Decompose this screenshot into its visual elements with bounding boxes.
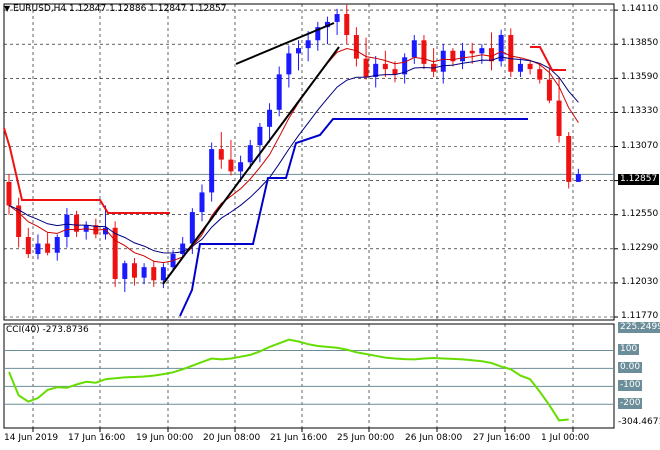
candle-body	[411, 40, 417, 58]
candle-body	[141, 267, 147, 278]
price-tick-label: 1.13590	[621, 72, 659, 83]
cci-label: CCI(40) -273.8736	[6, 325, 89, 335]
time-tick-label: 26 Jun 08:00	[405, 433, 463, 443]
candle-body	[35, 243, 41, 255]
time-tick-label: 1 Jul 00:00	[541, 433, 590, 443]
candle-body	[575, 174, 581, 182]
cci-tick-label: 100	[618, 344, 640, 356]
candle-body	[54, 236, 60, 253]
stop-line-lower	[179, 118, 528, 317]
cci-line	[8, 338, 569, 422]
candle-body	[344, 14, 350, 36]
time-tick-label: 17 Jun 16:00	[68, 433, 126, 443]
candle-body	[218, 149, 224, 160]
time-tick-label: 27 Jun 16:00	[473, 433, 531, 443]
price-tick-label: 1.12290	[621, 242, 659, 253]
candle-body	[469, 50, 475, 54]
candle-body	[276, 74, 282, 110]
candle-body	[421, 40, 427, 64]
stop-line-upper-2	[530, 46, 566, 71]
price-tick-label: 1.14110	[621, 4, 659, 15]
cci-tick-label: -304.4671	[618, 417, 660, 427]
candle-body	[151, 267, 157, 281]
candle-body	[296, 48, 301, 54]
slow-moving-average-line	[8, 56, 579, 254]
price-tick-label: 1.12550	[621, 208, 659, 219]
candle-body	[363, 58, 369, 77]
current-price-badge: 1.12857	[618, 174, 660, 185]
time-tick-label: 21 Jun 16:00	[270, 433, 328, 443]
candle-body	[131, 263, 137, 278]
candle-body	[566, 136, 572, 182]
candle-body	[537, 69, 543, 80]
candle-body	[527, 63, 533, 70]
collapse-arrow-icon[interactable]: ▼	[4, 4, 10, 13]
candle-body	[199, 192, 205, 213]
price-tick-label: 1.11770	[621, 311, 659, 321]
candle-body	[25, 236, 31, 255]
candle-body	[382, 63, 388, 70]
cci-tick-label: -100	[618, 380, 643, 392]
candle-body	[508, 35, 514, 72]
time-tick-label: 25 Jun 00:00	[337, 433, 395, 443]
price-panel-frame	[3, 3, 615, 321]
candle-body	[64, 214, 70, 237]
price-tick-label: 1.12030	[621, 276, 659, 287]
time-tick-label: 14 Jun 2019	[4, 433, 59, 443]
candle-body	[247, 145, 253, 163]
trendline-lower	[162, 46, 340, 285]
candle-body	[392, 69, 398, 75]
trendline-upper	[235, 22, 335, 65]
candle-body	[228, 159, 234, 172]
price-tick-label: 1.13850	[621, 38, 659, 49]
price-chart[interactable]	[0, 0, 660, 450]
cci-tick-label: 225.2499	[618, 322, 660, 333]
stop-line-upper-1	[3, 127, 170, 214]
cci-tick-label: 0.00	[618, 362, 643, 374]
candle-body	[286, 53, 292, 75]
candle-body	[122, 263, 128, 279]
candle-body	[517, 63, 523, 72]
candle-body	[6, 181, 12, 206]
symbol-ohlc-text: EURUSD,H4 1.12847 1.12886 1.12847 1.1285…	[13, 4, 227, 14]
candle-body	[238, 162, 244, 172]
candle-body	[305, 40, 311, 49]
cci-tick-label: -200	[618, 398, 643, 410]
candle-body	[267, 109, 273, 127]
symbol-info: ▼ EURUSD,H4 1.12847 1.12886 1.12847 1.12…	[4, 3, 226, 15]
candle-body	[160, 267, 166, 281]
candle-body	[112, 227, 118, 279]
price-tick-label: 1.13070	[621, 140, 659, 151]
candle-body	[479, 48, 485, 54]
candle-body	[334, 14, 340, 22]
time-tick-label: 19 Jun 00:00	[136, 433, 194, 443]
candle-body	[353, 35, 359, 59]
candle-body	[546, 79, 552, 101]
candle-body	[460, 50, 466, 62]
candle-body	[440, 50, 446, 72]
candle-body	[257, 126, 263, 146]
candle-body	[209, 149, 215, 193]
candle-body	[556, 100, 562, 137]
candle-body	[45, 243, 51, 253]
price-tick-label: 1.13330	[621, 106, 659, 117]
time-tick-label: 20 Jun 08:00	[203, 433, 261, 443]
candle-body	[189, 212, 195, 244]
